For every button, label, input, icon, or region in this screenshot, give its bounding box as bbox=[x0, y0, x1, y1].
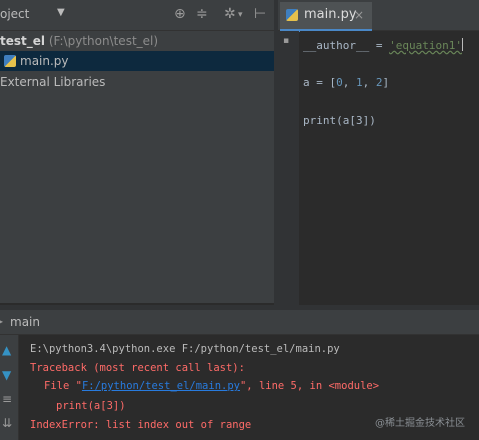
console-file-line: File "F:/python/test_el/main.py", line 5… bbox=[44, 380, 379, 392]
file-link[interactable]: F:/python/test_el/main.py bbox=[82, 380, 240, 392]
gear-dropdown-icon[interactable]: ▾ bbox=[238, 10, 243, 20]
run-icon: ▸ bbox=[0, 314, 4, 328]
run-panel-title[interactable]: main bbox=[10, 315, 40, 329]
watermark: @稀土掘金技术社区 bbox=[375, 418, 465, 429]
code-token: __author__ = bbox=[303, 39, 390, 52]
code-line-1[interactable]: __author__ = 'equation1' bbox=[303, 38, 463, 52]
text-caret bbox=[461, 38, 463, 51]
project-view-label[interactable]: oject bbox=[0, 7, 29, 21]
down-arrow-icon[interactable]: ▼ bbox=[2, 368, 11, 382]
up-arrow-icon[interactable]: ▲ bbox=[2, 343, 11, 357]
number-literal: 1 bbox=[356, 76, 363, 89]
console-text: ", line 5, in <module> bbox=[239, 380, 380, 392]
number-literal: 2 bbox=[375, 76, 383, 89]
code-token: a = [ bbox=[303, 76, 337, 89]
tree-root-path: (F:\python\test_el) bbox=[48, 34, 159, 48]
tree-external-label: External Libraries bbox=[0, 75, 106, 89]
console-code-line: print(a[3]) bbox=[56, 400, 126, 412]
tree-item-main-py[interactable]: main.py bbox=[0, 51, 274, 71]
console-text: File " bbox=[44, 380, 82, 392]
number-literal: 0 bbox=[336, 76, 343, 89]
code-line-3[interactable]: print(a[3]) bbox=[303, 114, 376, 127]
wrap-icon[interactable]: ≡ bbox=[2, 392, 12, 406]
project-tree: test_el (F:\python\test_el) main.py Exte… bbox=[0, 31, 274, 303]
tree-file-label: main.py bbox=[20, 54, 69, 68]
code-token: , bbox=[342, 76, 356, 89]
close-icon[interactable]: × bbox=[354, 2, 364, 28]
tree-root-name: test_el bbox=[0, 34, 46, 48]
run-panel-header bbox=[0, 310, 479, 335]
tree-item-root[interactable]: test_el (F:\python\test_el) bbox=[0, 31, 274, 51]
editor-gutter bbox=[278, 31, 299, 305]
python-file-icon bbox=[4, 55, 16, 67]
pin-icon[interactable]: ⊢ bbox=[254, 6, 266, 22]
code-editor[interactable] bbox=[300, 31, 479, 305]
console-traceback-line: Traceback (most recent call last): bbox=[30, 362, 245, 374]
code-token: ] bbox=[382, 76, 390, 89]
python-file-icon bbox=[286, 9, 298, 21]
string-literal: 'equation1' bbox=[389, 39, 462, 52]
console-error-line: IndexError: list index out of range bbox=[30, 419, 252, 431]
tree-item-external-libraries[interactable]: External Libraries bbox=[0, 72, 274, 92]
scroll-icon[interactable]: ⇊ bbox=[2, 416, 12, 430]
tab-label: main.py bbox=[304, 7, 357, 22]
collapse-icon[interactable]: ≑ bbox=[196, 6, 208, 22]
tab-main-py[interactable]: main.py × bbox=[280, 2, 372, 32]
dropdown-arrow-icon[interactable]: ▼ bbox=[57, 7, 65, 18]
code-token: , bbox=[362, 76, 376, 89]
code-line-2[interactable]: a = [0, 1, 2] bbox=[303, 76, 389, 89]
fold-marker-icon[interactable]: ▪ bbox=[283, 36, 289, 46]
console-command-line: E:\python3.4\python.exe F:/python/test_e… bbox=[30, 343, 340, 355]
gear-icon[interactable]: ✲ bbox=[224, 6, 236, 22]
target-icon[interactable]: ⊕ bbox=[174, 6, 186, 22]
